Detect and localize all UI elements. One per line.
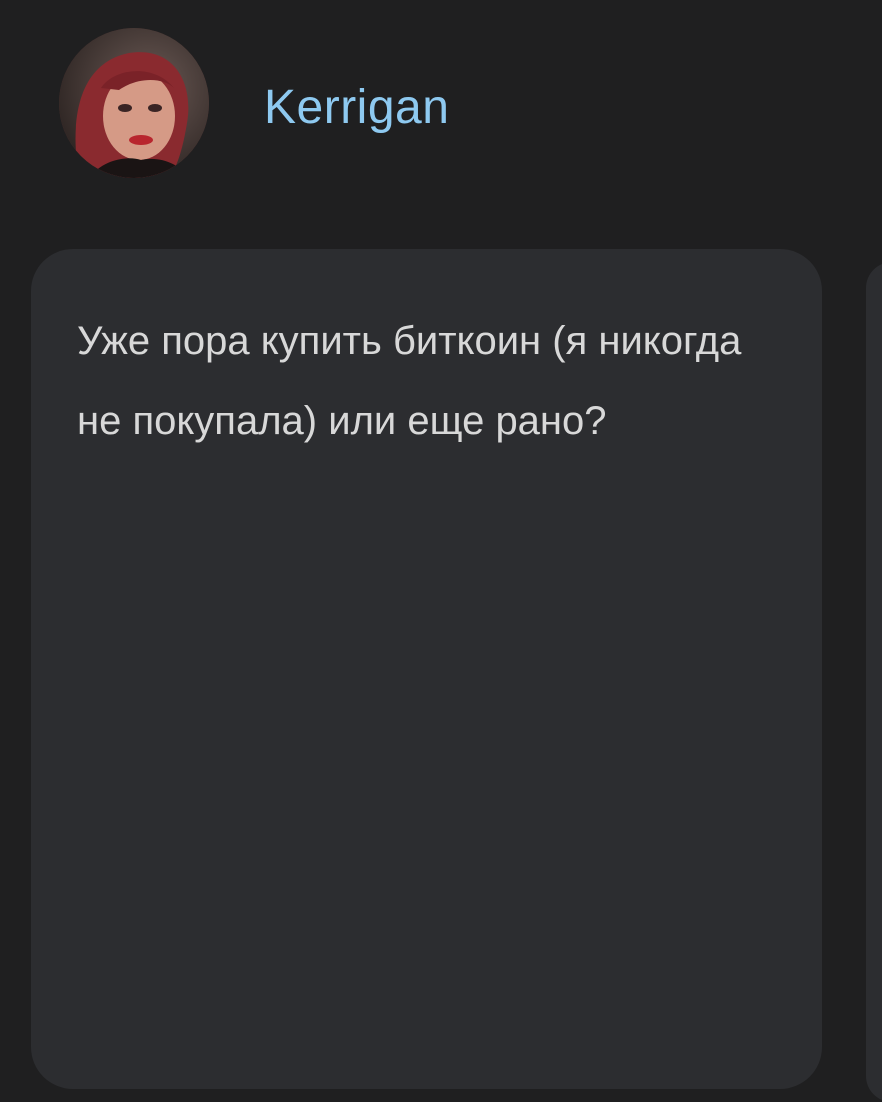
author-name[interactable]: Kerrigan xyxy=(264,78,449,138)
question-card[interactable]: Уже пора купить биткоин (я никогда не по… xyxy=(31,249,822,1089)
avatar-photo-icon xyxy=(59,28,209,178)
user-avatar[interactable] xyxy=(59,28,209,178)
next-card-peek[interactable] xyxy=(866,262,882,1102)
question-text: Уже пора купить биткоин (я никогда не по… xyxy=(77,319,742,443)
